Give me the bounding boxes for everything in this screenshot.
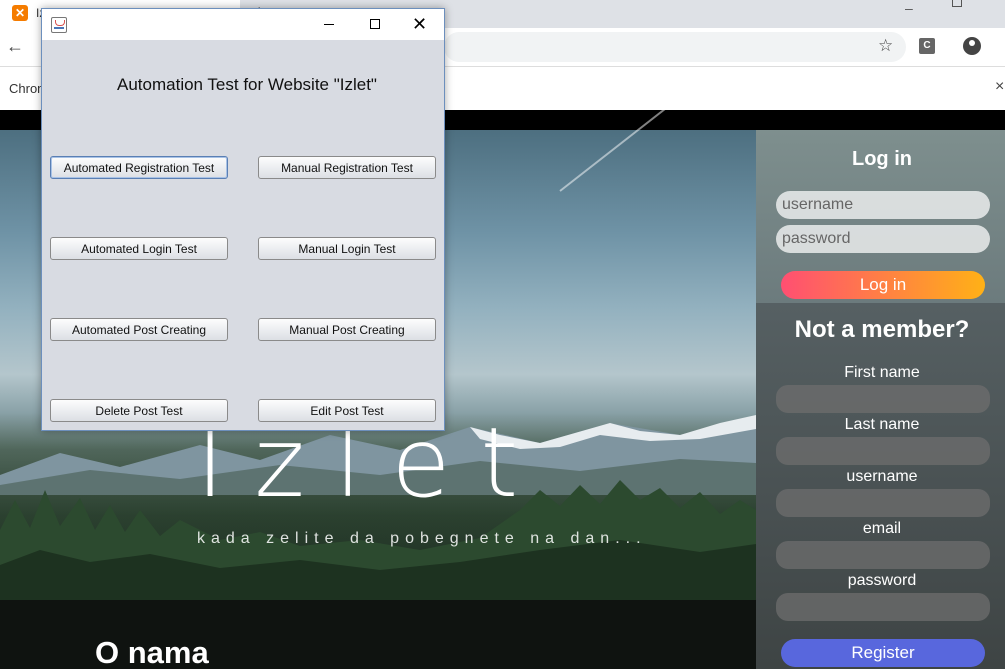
infobar-close-icon[interactable]: × <box>995 78 1004 96</box>
delete-post-test-button[interactable]: Delete Post Test <box>50 399 228 422</box>
register-username-input[interactable] <box>776 489 990 517</box>
dialog-heading: Automation Test for Website "Izlet" <box>117 75 377 94</box>
extension-icon[interactable]: C <box>919 38 935 54</box>
dialog-titlebar[interactable]: ✕ <box>42 9 444 40</box>
email-input[interactable] <box>776 541 990 569</box>
automated-login-test-button[interactable]: Automated Login Test <box>50 237 228 260</box>
window-maximize-icon[interactable] <box>952 0 962 7</box>
register-button[interactable]: Register <box>781 639 985 667</box>
site-tagline: kada zelite da pobegnete na dan... <box>197 530 647 547</box>
edit-post-test-button[interactable]: Edit Post Test <box>258 399 436 422</box>
login-password-input[interactable] <box>776 225 990 253</box>
automated-registration-test-button[interactable]: Automated Registration Test <box>50 156 228 179</box>
bookmark-star-icon[interactable]: ☆ <box>878 36 893 56</box>
java-icon <box>51 17 67 33</box>
about-title: O nama <box>95 635 209 669</box>
auth-sidebar: Log in Log in Not a member? First name L… <box>756 130 1005 669</box>
manual-post-creating-button[interactable]: Manual Post Creating <box>258 318 436 341</box>
last-name-input[interactable] <box>776 437 990 465</box>
register-password-input[interactable] <box>776 593 990 621</box>
back-arrow-icon[interactable]: ← <box>6 36 24 57</box>
register-username-label: username <box>846 468 918 485</box>
automation-test-dialog: ✕ Automation Test for Website "Izlet" Au… <box>41 8 445 431</box>
browser-menu-icon[interactable]: ⋮ <box>998 36 1005 56</box>
dialog-close-icon[interactable]: ✕ <box>412 14 427 35</box>
window-minimize-icon[interactable]: – <box>905 0 913 16</box>
dialog-minimize-icon[interactable] <box>324 24 334 25</box>
login-username-input[interactable] <box>776 191 990 219</box>
last-name-label: Last name <box>844 416 920 433</box>
login-title: Log in <box>852 148 912 170</box>
manual-login-test-button[interactable]: Manual Login Test <box>258 237 436 260</box>
login-button[interactable]: Log in <box>781 271 985 299</box>
xampp-icon: ✕ <box>12 5 28 21</box>
manual-registration-test-button[interactable]: Manual Registration Test <box>258 156 436 179</box>
login-panel: Log in Log in <box>756 130 1005 303</box>
automated-post-creating-button[interactable]: Automated Post Creating <box>50 318 228 341</box>
dialog-maximize-icon[interactable] <box>370 19 380 29</box>
register-password-label: password <box>847 572 917 589</box>
profile-icon[interactable] <box>963 37 981 55</box>
address-bar[interactable] <box>444 32 906 62</box>
first-name-input[interactable] <box>776 385 990 413</box>
first-name-label: First name <box>844 364 920 381</box>
email-label: email <box>862 520 902 537</box>
register-title: Not a member? <box>794 316 970 343</box>
